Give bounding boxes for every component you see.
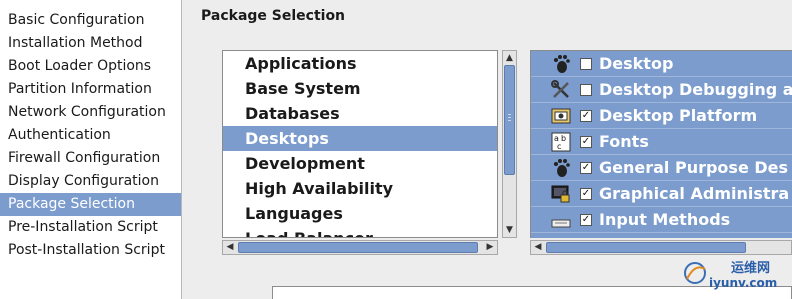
sidebar-item-post-installation-script[interactable]: Post-Installation Script bbox=[0, 239, 181, 262]
package-checkbox[interactable] bbox=[580, 84, 592, 96]
sidebar-item-partition-information[interactable]: Partition Information bbox=[0, 78, 181, 101]
gnome-foot-icon bbox=[554, 55, 570, 73]
scroll-down-arrow-icon[interactable]: ▼ bbox=[503, 223, 516, 237]
package-checkbox[interactable]: ✓ bbox=[580, 136, 592, 148]
scroll-left-arrow-icon[interactable]: ◀ bbox=[531, 241, 545, 254]
package-checkbox[interactable]: ✓ bbox=[580, 162, 592, 174]
package-row-graphical-administration[interactable]: ✓ Graphical Administra bbox=[531, 181, 792, 207]
package-row-desktop[interactable]: Desktop bbox=[531, 51, 792, 77]
sidebar-item-basic-configuration[interactable]: Basic Configuration bbox=[0, 9, 181, 32]
group-horizontal-scrollbar[interactable]: ◀ ▶ bbox=[222, 240, 498, 255]
package-label: Graphical Administra bbox=[599, 184, 790, 203]
sidebar-item-authentication[interactable]: Authentication bbox=[0, 124, 181, 147]
package-label: Input Methods bbox=[599, 210, 731, 229]
group-item-desktops[interactable]: Desktops bbox=[223, 126, 497, 151]
group-hscroll-thumb[interactable] bbox=[238, 242, 478, 253]
gnome-foot-icon bbox=[554, 159, 570, 177]
platform-icon bbox=[551, 108, 571, 124]
package-checkbox[interactable]: ✓ bbox=[580, 214, 592, 226]
monitor-lock-icon bbox=[551, 185, 570, 203]
svg-text:c: c bbox=[557, 142, 561, 151]
sidebar-item-firewall-configuration[interactable]: Firewall Configuration bbox=[0, 147, 181, 170]
group-item-languages[interactable]: Languages bbox=[223, 201, 497, 226]
package-list[interactable]: Desktop Desktop Debugging a ✓ Desktop Pl… bbox=[530, 50, 792, 238]
sidebar: Basic Configuration Installation Method … bbox=[0, 0, 182, 299]
package-label: Desktop Debugging a bbox=[599, 80, 792, 99]
package-group-list[interactable]: Applications Base System Databases Deskt… bbox=[222, 50, 498, 238]
package-label: Desktop bbox=[599, 54, 674, 73]
group-item-development[interactable]: Development bbox=[223, 151, 497, 176]
sidebar-item-network-configuration[interactable]: Network Configuration bbox=[0, 101, 181, 124]
package-checkbox[interactable]: ✓ bbox=[580, 110, 592, 122]
scroll-left-arrow-icon[interactable]: ◀ bbox=[223, 241, 237, 254]
sidebar-item-installation-method[interactable]: Installation Method bbox=[0, 32, 181, 55]
package-row-desktop-platform[interactable]: ✓ Desktop Platform bbox=[531, 103, 792, 129]
scroll-up-arrow-icon[interactable]: ▲ bbox=[503, 51, 516, 65]
group-item-applications[interactable]: Applications bbox=[223, 51, 497, 76]
package-row-input-methods[interactable]: ✓ Input Methods bbox=[531, 207, 792, 233]
group-scroll-thumb[interactable] bbox=[504, 65, 515, 175]
group-vertical-scrollbar[interactable]: ▲ ▼ bbox=[502, 50, 517, 238]
watermark: 运维网 iyunv.com bbox=[673, 255, 792, 295]
group-item-databases[interactable]: Databases bbox=[223, 101, 497, 126]
sidebar-item-package-selection[interactable]: Package Selection bbox=[0, 193, 181, 216]
package-row-fonts[interactable]: a b c ✓ Fonts bbox=[531, 129, 792, 155]
package-checkbox[interactable]: ✓ bbox=[580, 188, 592, 200]
fonts-icon: a b c bbox=[551, 132, 571, 152]
package-row-desktop-debugging[interactable]: Desktop Debugging a bbox=[531, 77, 792, 103]
tools-icon bbox=[551, 80, 569, 98]
package-label: Fonts bbox=[599, 132, 649, 151]
watermark-text-url: iyunv.com bbox=[709, 276, 778, 290]
package-hscroll-thumb[interactable] bbox=[546, 242, 746, 253]
package-checkbox[interactable] bbox=[580, 58, 592, 70]
watermark-logo-icon bbox=[684, 262, 706, 284]
package-row-general-purpose-desktop[interactable]: ✓ General Purpose Des bbox=[531, 155, 792, 181]
keyboard-icon bbox=[551, 219, 571, 228]
sidebar-item-pre-installation-script[interactable]: Pre-Installation Script bbox=[0, 216, 181, 239]
group-item-base-system[interactable]: Base System bbox=[223, 76, 497, 101]
group-item-high-availability[interactable]: High Availability bbox=[223, 176, 497, 201]
group-item-load-balancer[interactable]: Load Balancer bbox=[223, 226, 497, 237]
watermark-text-cn: 运维网 bbox=[731, 261, 771, 276]
page-title: Package Selection bbox=[201, 8, 346, 24]
svg-text:b: b bbox=[561, 134, 566, 143]
scroll-right-arrow-icon[interactable]: ▶ bbox=[483, 241, 497, 254]
package-horizontal-scrollbar[interactable]: ◀ bbox=[530, 240, 792, 255]
sidebar-item-boot-loader-options[interactable]: Boot Loader Options bbox=[0, 55, 181, 78]
sidebar-item-display-configuration[interactable]: Display Configuration bbox=[0, 170, 181, 193]
sidebar-list: Basic Configuration Installation Method … bbox=[0, 0, 181, 262]
package-label: General Purpose Des bbox=[599, 158, 789, 177]
package-label: Desktop Platform bbox=[599, 106, 758, 125]
